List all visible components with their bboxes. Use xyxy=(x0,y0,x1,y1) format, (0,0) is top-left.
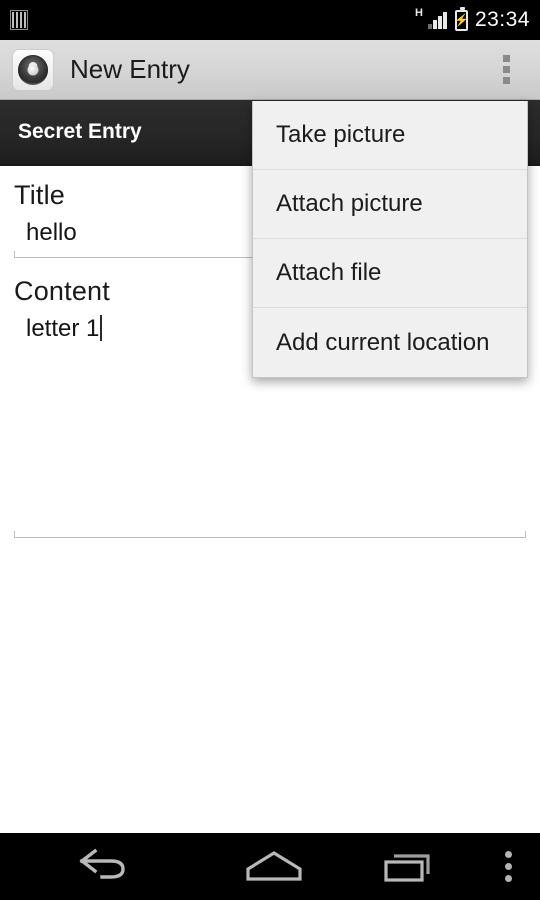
menu-item-label: Attach picture xyxy=(276,190,423,217)
home-glyph xyxy=(245,850,302,881)
text-caret xyxy=(100,315,103,341)
status-bar-right: H ⚡ 23:34 xyxy=(414,6,530,32)
menu-dots-icon[interactable] xyxy=(476,833,540,900)
menu-dots-glyph xyxy=(504,851,512,882)
dial-glyph xyxy=(18,54,48,85)
status-clock: 23:34 xyxy=(474,8,530,31)
menu-item-add-current-location[interactable]: Add current location xyxy=(253,308,527,377)
menu-item-label: Attach file xyxy=(276,259,382,286)
home-icon[interactable] xyxy=(206,833,341,900)
back-arrow-glyph xyxy=(79,848,125,879)
back-icon[interactable] xyxy=(0,833,206,900)
safe-dial-icon[interactable] xyxy=(12,48,54,91)
battery-charging-icon: ⚡ xyxy=(453,6,469,31)
status-bar-left xyxy=(10,10,28,30)
status-bar: H ⚡ 23:34 xyxy=(0,0,540,40)
menu-item-label: Add current location xyxy=(276,328,490,356)
action-bar: New Entry xyxy=(0,40,540,100)
android-screen: H ⚡ 23:34 New Entry Secret Entry Title h… xyxy=(0,0,540,900)
menu-item-attach-file[interactable]: Attach file xyxy=(253,239,527,308)
sim-card-icon xyxy=(10,10,28,30)
secret-entry-label: Secret Entry xyxy=(18,120,142,143)
signal-bars-icon xyxy=(427,11,448,29)
network-type-label: H xyxy=(414,7,423,19)
recents-glyph xyxy=(383,853,430,882)
menu-item-label: Take picture xyxy=(276,121,406,148)
recents-icon[interactable] xyxy=(341,833,476,900)
navigation-bar xyxy=(0,833,540,900)
page-title: New Entry xyxy=(70,54,190,84)
menu-item-attach-picture[interactable]: Attach picture xyxy=(253,170,527,239)
overflow-menu-icon[interactable] xyxy=(484,44,528,96)
bolt-glyph: ⚡ xyxy=(453,13,469,27)
menu-item-take-picture[interactable]: Take picture xyxy=(253,101,527,170)
content-input-value: letter 1 xyxy=(26,315,100,342)
overflow-popup-menu: Take picture Attach picture Attach file … xyxy=(252,101,528,378)
